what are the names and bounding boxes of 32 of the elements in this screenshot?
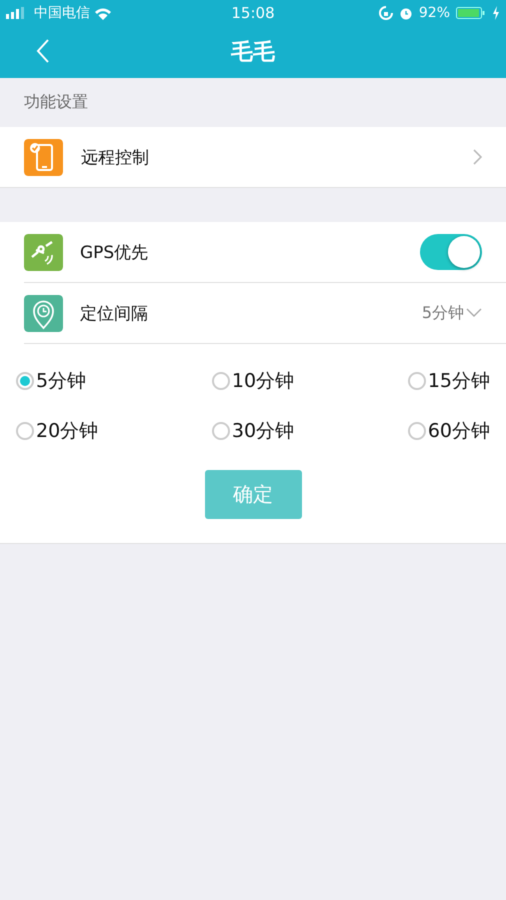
wifi-icon <box>94 6 112 20</box>
row-label: 定位间隔 <box>80 302 149 324</box>
interval-option[interactable]: 5分钟 <box>16 368 86 394</box>
interval-option[interactable]: 15分钟 <box>408 368 490 394</box>
remote-control-row[interactable]: 远程控制 <box>0 127 506 188</box>
interval-option[interactable]: 60分钟 <box>408 418 490 444</box>
interval-option[interactable]: 20分钟 <box>16 418 98 444</box>
page-title: 毛毛 <box>231 39 275 67</box>
status-time: 15:08 <box>231 4 275 22</box>
interval-dropdown[interactable]: 5分钟 <box>422 302 482 324</box>
rotation-lock-icon <box>378 6 393 20</box>
gps-toggle[interactable] <box>420 234 482 270</box>
back-button[interactable] <box>36 38 50 64</box>
interval-option[interactable]: 30分钟 <box>212 418 294 444</box>
radio-button[interactable] <box>16 422 34 440</box>
battery-percent: 92% <box>418 5 450 21</box>
radio-button[interactable] <box>408 422 426 440</box>
radio-button[interactable] <box>16 372 34 390</box>
alarm-icon <box>398 6 413 20</box>
radio-button[interactable] <box>408 372 426 390</box>
radio-button[interactable] <box>212 372 230 390</box>
section-header: 功能设置 <box>24 92 88 113</box>
carrier-name: 中国电信 <box>34 4 90 22</box>
row-label: 远程控制 <box>81 146 150 168</box>
radio-button[interactable] <box>212 422 230 440</box>
battery-icon <box>456 6 486 20</box>
row-label: GPS优先 <box>80 242 150 264</box>
interval-option[interactable]: 10分钟 <box>212 368 294 394</box>
caret-icon <box>466 308 482 318</box>
phone-check-icon <box>24 138 63 176</box>
chevron-right-icon <box>473 149 482 165</box>
charging-icon <box>492 6 500 20</box>
